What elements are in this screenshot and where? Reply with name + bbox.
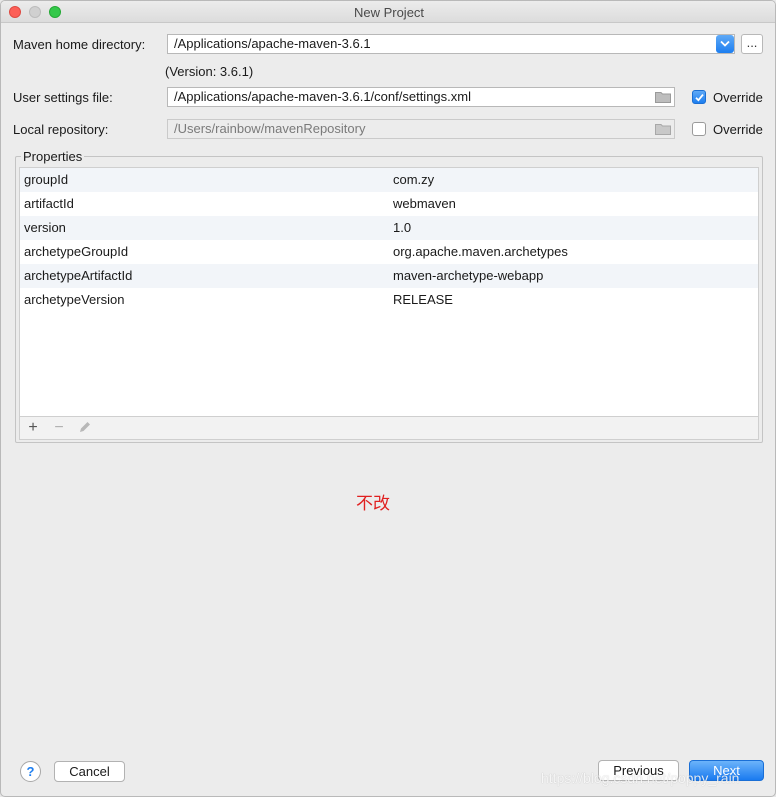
folder-icon[interactable] [655,91,671,103]
local-repo-label: Local repository: [13,122,109,137]
property-value[interactable]: RELEASE [393,288,453,312]
annotation-text: 不改 [356,494,390,514]
title-bar: New Project [1,1,775,23]
property-value[interactable]: 1.0 [393,216,411,240]
property-value[interactable]: maven-archetype-webapp [393,264,543,288]
property-value[interactable]: com.zy [393,168,434,192]
maven-home-dropdown-button[interactable] [716,35,734,53]
property-key: groupId [24,172,69,187]
local-repo-input: /Users/rainbow/mavenRepository [167,119,675,139]
property-key: artifactId [24,196,74,211]
user-settings-input[interactable]: /Applications/apache-maven-3.6.1/conf/se… [167,87,675,107]
property-key: archetypeVersion [24,292,125,307]
window-title: New Project [353,5,425,20]
property-key: archetypeArtifactId [24,268,133,283]
checkmark-icon [695,94,704,102]
user-settings-override-label: Override [713,90,763,105]
properties-table: groupId com.zy artifactId webmaven versi… [19,167,759,416]
new-project-window: New Project Maven home directory: /Appli… [0,0,776,797]
remove-property-button[interactable]: − [51,420,67,436]
table-row[interactable]: archetypeVersion RELEASE [20,288,758,312]
local-repo-override-label: Override [713,122,763,137]
maven-home-combobox[interactable]: /Applications/apache-maven-3.6.1 [167,34,735,54]
user-settings-override-checkbox[interactable] [692,90,706,104]
properties-toolbar: + − [19,416,759,440]
property-value[interactable]: org.apache.maven.archetypes [393,240,568,264]
table-row[interactable]: version 1.0 [20,216,758,240]
property-key: archetypeGroupId [24,244,129,259]
properties-title: Properties [21,149,85,164]
user-settings-label: User settings file: [13,90,113,105]
property-value[interactable]: webmaven [393,192,456,216]
maven-version-text: (Version: 3.6.1) [165,64,254,79]
table-row[interactable]: archetypeArtifactId maven-archetype-weba… [20,264,758,288]
property-key: version [24,220,66,235]
table-row[interactable]: archetypeGroupId org.apache.maven.archet… [20,240,758,264]
add-property-button[interactable]: + [25,420,41,436]
folder-icon [655,124,671,135]
help-button[interactable]: ? [20,761,41,782]
edit-property-button[interactable] [77,420,93,436]
chevron-down-icon [720,40,730,47]
local-repo-override-checkbox[interactable] [692,122,706,136]
maven-home-browse-button[interactable]: ... [741,34,763,54]
cancel-button[interactable]: Cancel [54,761,125,782]
table-row[interactable]: groupId com.zy [20,168,758,192]
pencil-icon [80,422,90,432]
watermark-text: https://blog.csdn.net/poppy_rain [541,770,740,786]
maven-home-label: Maven home directory: [13,37,146,52]
table-row[interactable]: artifactId webmaven [20,192,758,216]
